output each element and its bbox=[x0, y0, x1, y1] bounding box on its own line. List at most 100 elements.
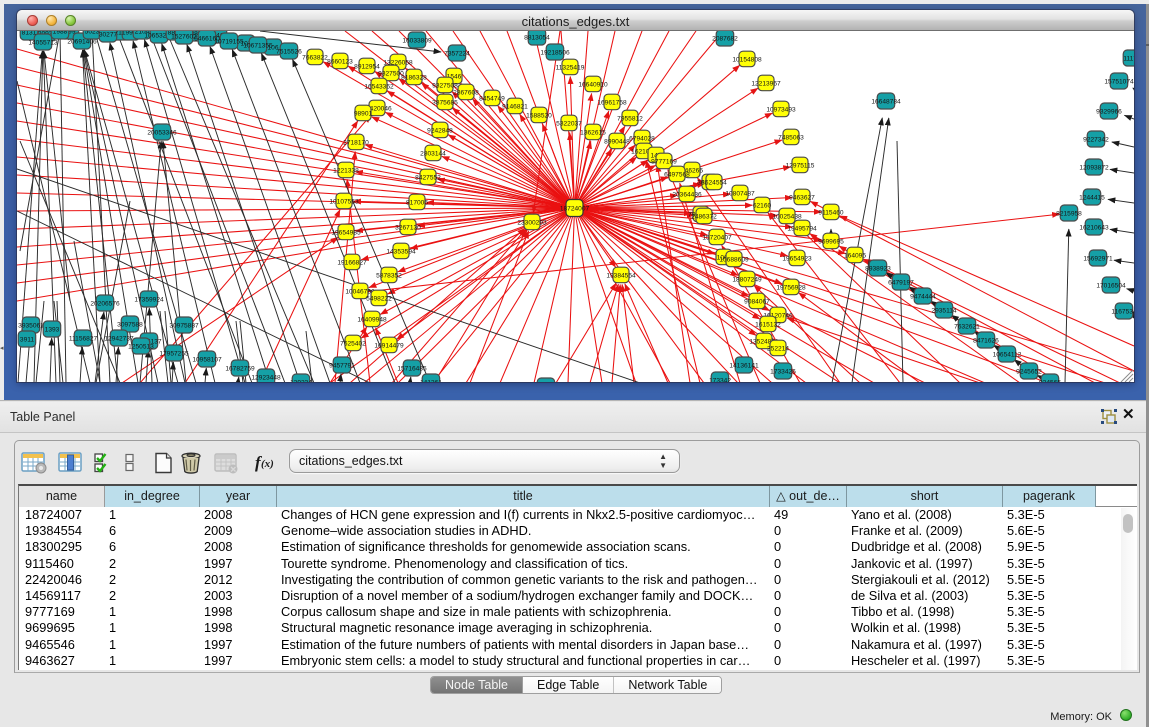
svg-text:5322037: 5322037 bbox=[556, 120, 582, 127]
svg-text:9227342: 9227342 bbox=[1083, 136, 1109, 143]
svg-text:252214: 252214 bbox=[767, 345, 789, 352]
svg-text:16648784: 16648784 bbox=[871, 98, 901, 105]
svg-text:30277: 30277 bbox=[99, 31, 118, 38]
svg-text:16543362: 16543362 bbox=[364, 83, 394, 90]
svg-text:12975115: 12975115 bbox=[786, 162, 815, 169]
svg-text:19654985: 19654985 bbox=[331, 229, 361, 236]
svg-text:7955812: 7955812 bbox=[617, 115, 643, 122]
svg-text:3624554: 3624554 bbox=[701, 179, 727, 186]
svg-text:16782759: 16782759 bbox=[225, 365, 255, 372]
svg-text:19756928: 19756928 bbox=[776, 284, 806, 291]
svg-text:141361: 141361 bbox=[420, 379, 442, 382]
svg-text:16033809: 16033809 bbox=[402, 37, 432, 44]
svg-text:19218506: 19218506 bbox=[540, 49, 570, 56]
svg-text:9699695: 9699695 bbox=[818, 238, 844, 245]
svg-text:62160: 62160 bbox=[753, 202, 772, 209]
svg-text:129234: 129234 bbox=[290, 379, 312, 382]
svg-text:11325419: 11325419 bbox=[556, 64, 585, 71]
svg-text:16409948: 16409948 bbox=[357, 316, 387, 323]
svg-text:23300293: 23300293 bbox=[517, 219, 547, 226]
svg-text:7357224: 7357224 bbox=[444, 50, 470, 57]
svg-text:16914479: 16914479 bbox=[374, 342, 404, 349]
svg-text:1244415: 1244415 bbox=[1079, 194, 1105, 201]
svg-text:1250513: 1250513 bbox=[128, 343, 154, 350]
svg-text:8186328: 8186328 bbox=[401, 74, 427, 81]
svg-text:3935061: 3935061 bbox=[18, 322, 44, 329]
svg-text:98901: 98901 bbox=[354, 110, 373, 117]
svg-text:12093872: 12093872 bbox=[1079, 164, 1109, 171]
svg-text:8427552: 8427552 bbox=[415, 174, 441, 181]
svg-text:7625402: 7625402 bbox=[340, 340, 366, 347]
svg-text:7663822: 7663822 bbox=[302, 54, 328, 61]
svg-text:17957255: 17957255 bbox=[159, 350, 189, 357]
svg-text:3911: 3911 bbox=[20, 336, 35, 343]
svg-text:20053346: 20053346 bbox=[147, 129, 177, 136]
svg-text:15720407: 15720407 bbox=[702, 234, 732, 241]
svg-text:173342: 173342 bbox=[709, 377, 731, 382]
svg-text:924565: 924565 bbox=[1039, 379, 1061, 382]
svg-text:8990448: 8990448 bbox=[604, 138, 630, 145]
svg-text:6794028: 6794028 bbox=[629, 135, 655, 142]
svg-text:1221338: 1221338 bbox=[333, 167, 359, 174]
svg-text:16210643: 16210643 bbox=[1079, 224, 1109, 231]
svg-text:8912954: 8912954 bbox=[354, 63, 380, 70]
svg-text:9084067: 9084067 bbox=[744, 298, 770, 305]
svg-text:10807487: 10807487 bbox=[725, 190, 755, 197]
svg-text:5023: 5023 bbox=[85, 31, 100, 35]
svg-text:20206576: 20206576 bbox=[90, 300, 120, 307]
svg-text:12942737: 12942737 bbox=[104, 335, 134, 342]
svg-text:19654923: 19654923 bbox=[782, 255, 812, 262]
svg-text:9777169: 9777169 bbox=[651, 158, 677, 165]
svg-text:(x): (x) bbox=[261, 458, 274, 470]
svg-text:9463627: 9463627 bbox=[789, 194, 815, 201]
svg-text:2803144: 2803144 bbox=[420, 150, 446, 157]
svg-text:14136141: 14136141 bbox=[729, 362, 759, 369]
svg-text:8215958: 8215958 bbox=[1056, 210, 1082, 217]
svg-text:20364436: 20364436 bbox=[672, 191, 702, 198]
svg-text:17016504: 17016504 bbox=[1096, 282, 1126, 289]
svg-text:10107553: 10107553 bbox=[329, 198, 359, 205]
svg-text:6497568: 6497568 bbox=[664, 171, 690, 178]
svg-text:2718170: 2718170 bbox=[343, 139, 369, 146]
svg-text:14055713: 14055713 bbox=[28, 39, 58, 46]
svg-text:1167534: 1167534 bbox=[1111, 308, 1134, 315]
svg-text:8471626: 8471626 bbox=[973, 337, 999, 344]
svg-text:19495794: 19495794 bbox=[787, 225, 817, 232]
svg-text:9474444: 9474444 bbox=[910, 293, 936, 300]
svg-text:10688609: 10688609 bbox=[719, 256, 749, 263]
svg-text:9329966: 9329966 bbox=[1096, 108, 1122, 115]
svg-text:1988: 1988 bbox=[53, 31, 68, 35]
svg-text:16640910: 16640910 bbox=[578, 81, 608, 88]
svg-text:10958107: 10958107 bbox=[192, 356, 222, 363]
svg-text:11172: 11172 bbox=[1123, 55, 1134, 62]
svg-text:7632621: 7632621 bbox=[954, 323, 980, 330]
svg-text:8660123: 8660123 bbox=[327, 58, 353, 65]
svg-text:10154808: 10154808 bbox=[732, 56, 762, 63]
svg-text:8813054: 8813054 bbox=[524, 34, 550, 41]
svg-text:3267130: 3267130 bbox=[395, 224, 421, 231]
svg-text:10973493: 10973493 bbox=[766, 106, 796, 113]
svg-text:12923448: 12923448 bbox=[251, 374, 281, 381]
svg-text:1615132: 1615132 bbox=[755, 321, 781, 328]
svg-text:9146821: 9146821 bbox=[502, 103, 528, 110]
svg-text:2935114: 2935114 bbox=[931, 307, 957, 314]
svg-text:30975887: 30975887 bbox=[169, 322, 199, 329]
svg-text:6479197: 6479197 bbox=[888, 279, 914, 286]
svg-text:9457791: 9457791 bbox=[329, 362, 355, 369]
svg-text:8454749: 8454749 bbox=[479, 95, 505, 102]
svg-text:5878352: 5878352 bbox=[376, 272, 402, 279]
svg-text:1733426: 1733426 bbox=[770, 368, 796, 375]
svg-text:15692971: 15692971 bbox=[1083, 255, 1113, 262]
svg-text:9115460: 9115460 bbox=[818, 209, 844, 216]
svg-text:15716485: 15716485 bbox=[397, 365, 427, 372]
svg-text:10719155: 10719155 bbox=[214, 38, 244, 45]
svg-text:7485063: 7485063 bbox=[778, 134, 804, 141]
svg-text:11156827: 11156827 bbox=[69, 335, 98, 342]
svg-text:9327508: 9327508 bbox=[432, 82, 458, 89]
svg-text:8938923: 8938923 bbox=[865, 265, 891, 272]
svg-text:1362615: 1362615 bbox=[580, 129, 606, 136]
svg-text:19166827: 19166827 bbox=[337, 259, 367, 266]
svg-text:9245652: 9245652 bbox=[1016, 368, 1042, 375]
svg-text:7515526: 7515526 bbox=[276, 48, 302, 55]
svg-text:5498222: 5498222 bbox=[366, 295, 392, 302]
